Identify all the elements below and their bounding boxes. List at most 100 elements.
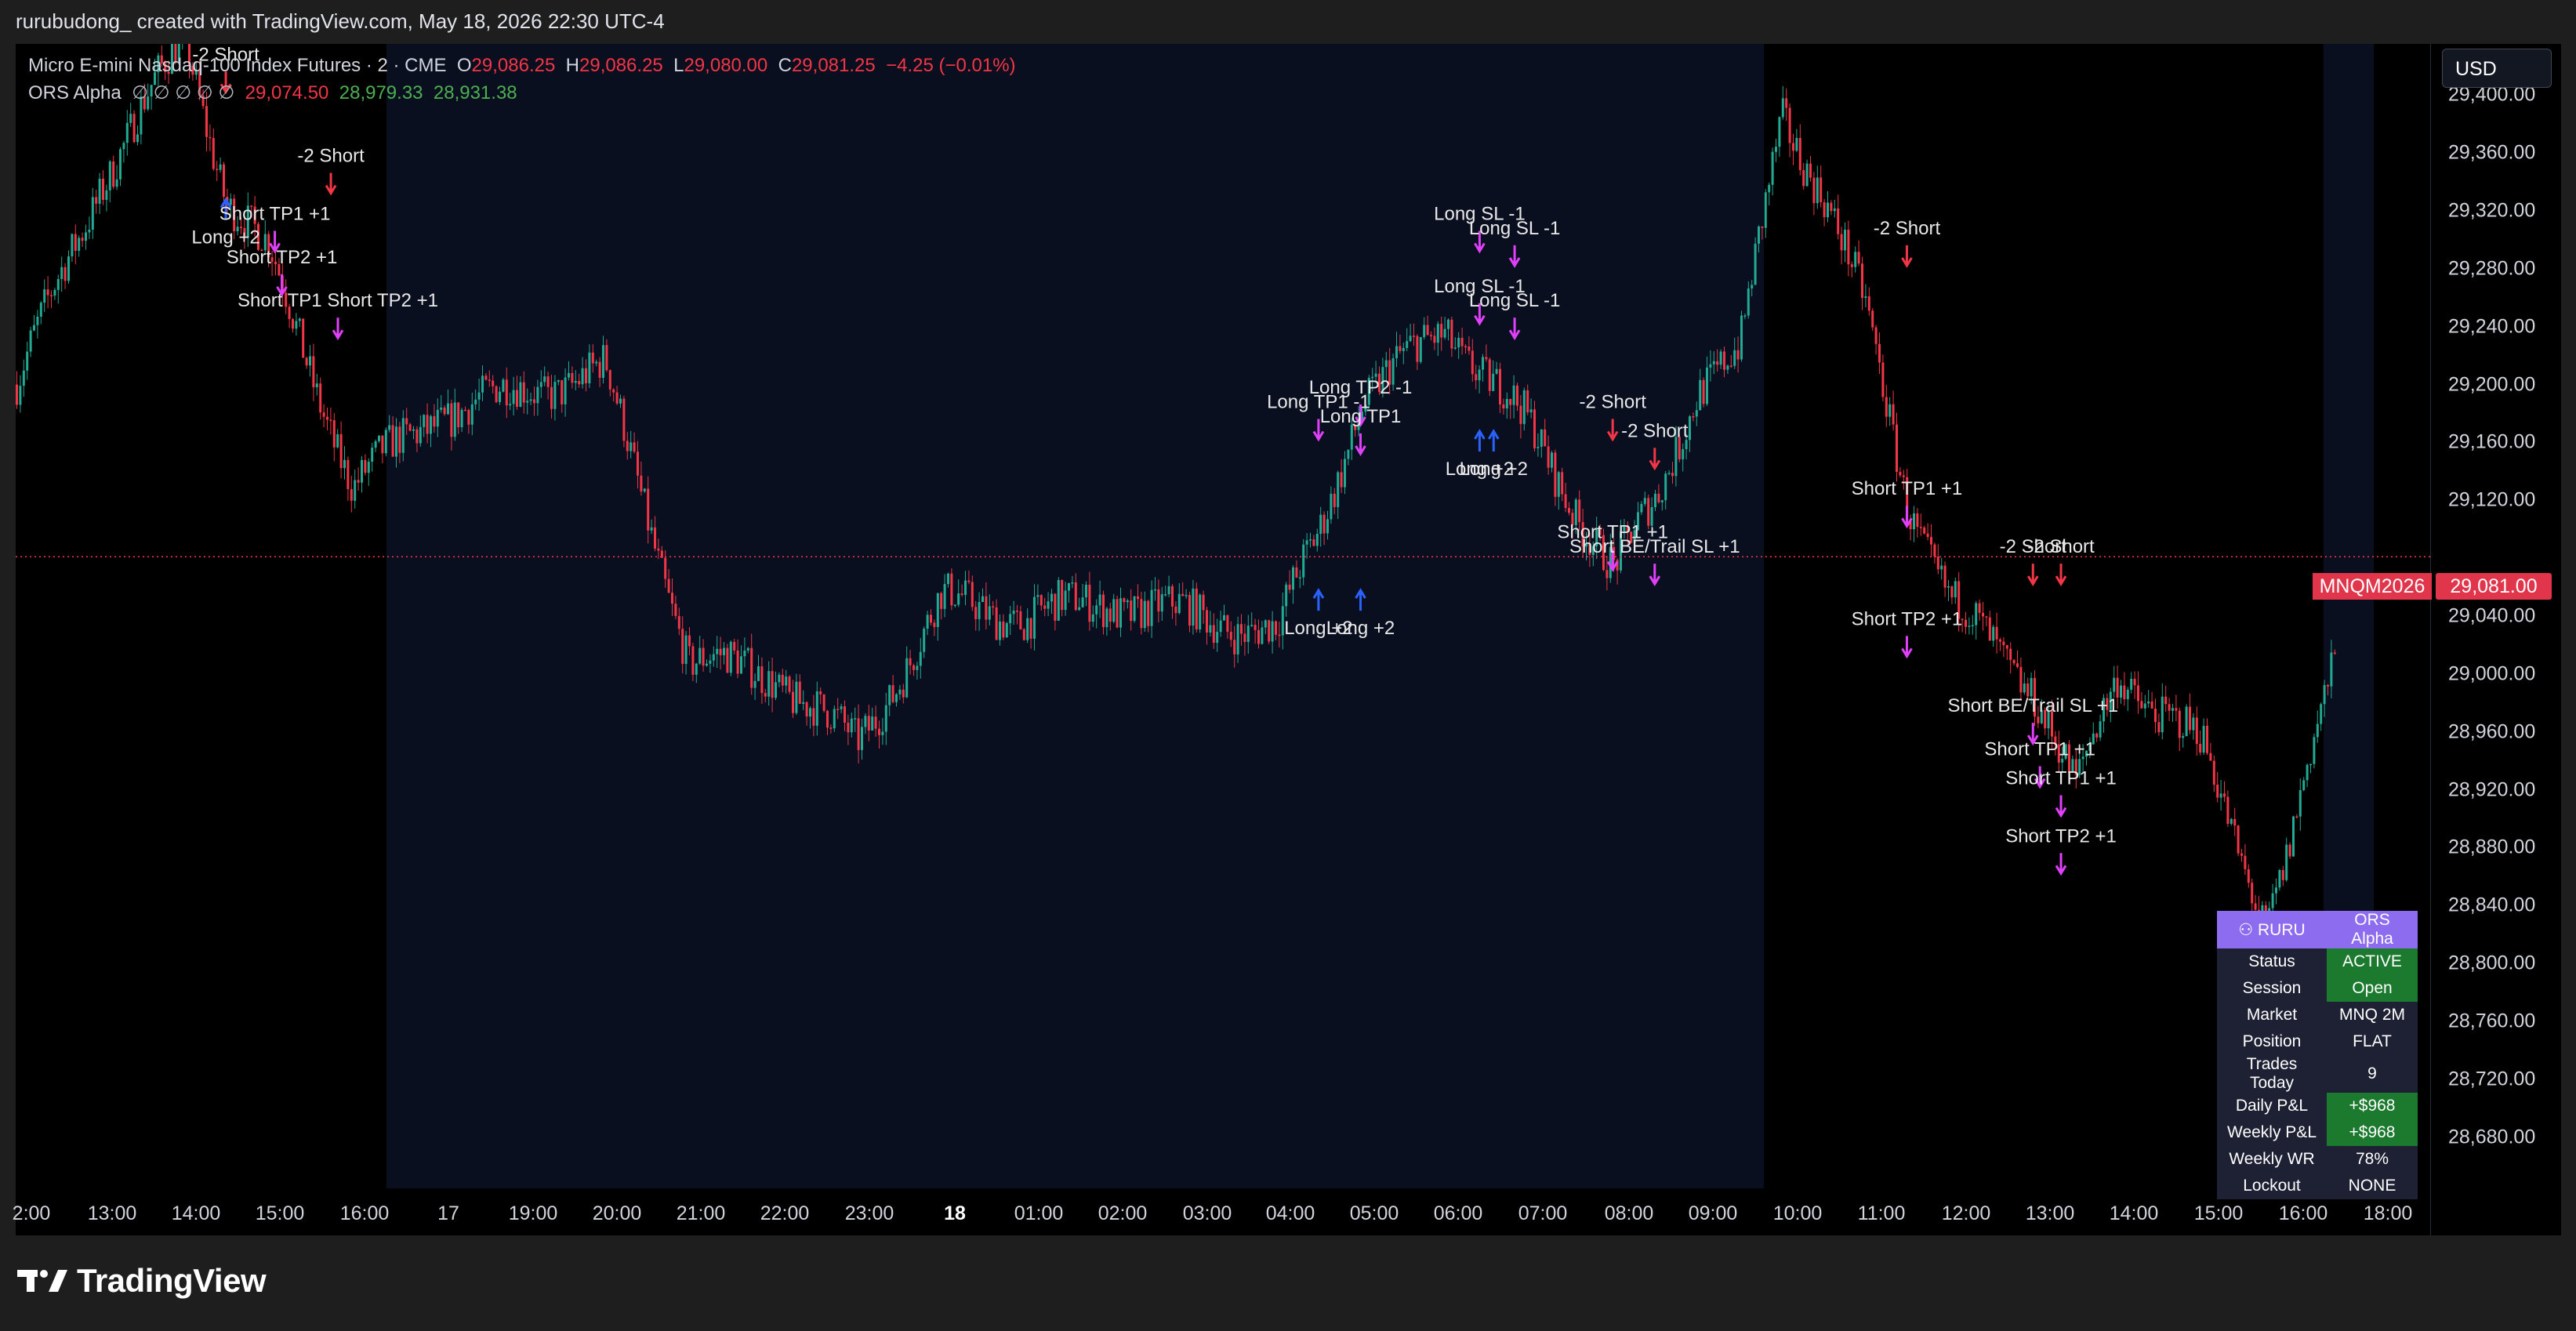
- top-bar: rurubudong_ created with TradingView.com…: [0, 0, 2576, 44]
- short-arrow-icon: [2026, 564, 2039, 586]
- time-axis[interactable]: 2:00 13:00 14:00 15:00 16:00 17 19:00 20:00 21:0…: [13, 1188, 2430, 1235]
- tradingview-logo[interactable]: TradingView: [17, 1262, 267, 1300]
- candle-body: [391, 425, 394, 457]
- candle-body: [1706, 367, 1708, 404]
- price-chart[interactable]: -2 Short Long +2 -2 Short Short TP1 +1 Short…: [16, 44, 2430, 1188]
- candle-body: [947, 573, 949, 585]
- candle-body: [1820, 177, 1823, 203]
- candle-body: [136, 134, 139, 143]
- candle-body: [295, 321, 298, 329]
- candle-body: [643, 488, 646, 491]
- candle-body: [492, 380, 495, 386]
- symbol-legend[interactable]: Micro E-mini Nasdaq-100 Index Futures · …: [28, 55, 1016, 77]
- candle-body: [319, 383, 322, 413]
- status-value: NONE: [2327, 1173, 2418, 1199]
- candle-body: [2216, 784, 2219, 798]
- candle-body: [778, 674, 781, 683]
- candle-body: [1926, 533, 1929, 538]
- session-background: [386, 44, 1764, 1188]
- candle-body: [1350, 424, 1353, 450]
- candle-body: [712, 654, 715, 661]
- candle-body: [367, 461, 370, 473]
- candle-body: [840, 706, 843, 709]
- candle-body: [1643, 498, 1646, 504]
- short-arrow-icon: [2055, 795, 2067, 818]
- price-scale[interactable]: 29,400.00 29,360.00 29,320.00 29,280.00 29,2…: [2430, 44, 2561, 1235]
- candle-body: [495, 386, 498, 402]
- indicator-name[interactable]: ORS Alpha: [28, 82, 122, 103]
- candle-body: [1340, 472, 1343, 488]
- candle-body: [1192, 588, 1195, 626]
- price-scale-label: 29,360.00: [2448, 141, 2536, 164]
- candle-body: [371, 448, 374, 462]
- signal-label: Short TP1 +1: [220, 203, 331, 224]
- candle-body: [1098, 594, 1101, 606]
- candle-body: [550, 386, 553, 409]
- candle-body: [1916, 513, 1919, 528]
- candle-body: [1074, 582, 1077, 611]
- candle-body: [505, 379, 508, 406]
- candle-body: [2202, 725, 2205, 753]
- candle-body: [2230, 818, 2233, 824]
- status-row: Market MNQ 2M: [2217, 1002, 2418, 1028]
- candle-body: [684, 635, 688, 664]
- chart-frame[interactable]: -2 Short Long +2 -2 Short Short TP1 +1 Short…: [16, 44, 2560, 1235]
- candle-body: [764, 693, 767, 697]
- short-arrow-icon: [1901, 245, 1913, 268]
- candle-body: [1940, 565, 1943, 570]
- candle-body: [985, 596, 988, 620]
- candle-body: [408, 424, 412, 431]
- currency-selector[interactable]: USD: [2442, 49, 2552, 88]
- candle-body: [1871, 310, 1874, 328]
- candle-body: [219, 164, 222, 170]
- candle-body: [950, 573, 953, 606]
- candle-body: [329, 419, 332, 421]
- candle-body: [1736, 350, 1740, 360]
- candle-body: [1726, 365, 1729, 370]
- time-axis-label: 16:00: [2278, 1202, 2328, 1224]
- candle-body: [1312, 539, 1315, 546]
- candle-body: [1547, 446, 1550, 468]
- creator-caption: rurubudong_ created with TradingView.com…: [16, 9, 665, 33]
- candle-body: [1130, 600, 1133, 622]
- candle-body: [60, 267, 63, 279]
- candle-body: [2175, 708, 2178, 711]
- time-axis-label: 21:00: [676, 1202, 726, 1224]
- candle-body: [2233, 818, 2237, 826]
- candle-body: [1561, 472, 1564, 495]
- candle-body: [1464, 346, 1467, 348]
- candle-body: [484, 375, 488, 380]
- indicator-legend[interactable]: ORS Alpha ∅ ∅ ∅ ∅ ∅ 29,074.50 28,979.33 …: [28, 82, 517, 104]
- candle-body: [1930, 537, 1932, 545]
- candle-body: [1333, 493, 1336, 507]
- candle-body: [1892, 404, 1895, 425]
- low-label: L: [673, 55, 684, 76]
- indicator-value-1: 29,074.50: [245, 82, 329, 103]
- signal-label: Long SL -1: [1469, 218, 1561, 239]
- candle-body: [805, 702, 808, 717]
- candle-body: [509, 404, 512, 406]
- candle-body: [2002, 641, 2005, 646]
- candle-body: [1443, 328, 1446, 338]
- candle-body: [88, 230, 91, 233]
- candle-body: [1309, 539, 1312, 541]
- candle-body: [629, 442, 633, 452]
- signal-label: Short TP2 +1: [1852, 608, 1963, 629]
- candle-body: [826, 710, 829, 728]
- candle-body: [1119, 598, 1122, 628]
- candle-body: [1243, 633, 1246, 642]
- candle-body: [1716, 361, 1719, 365]
- candle-body: [292, 319, 294, 329]
- candle-body: [1164, 594, 1167, 596]
- time-axis-label: 16:00: [339, 1202, 390, 1224]
- symbol-title[interactable]: Micro E-mini Nasdaq-100 Index Futures · …: [28, 55, 447, 76]
- candle-body: [819, 691, 822, 695]
- candle-body: [1085, 584, 1087, 598]
- candle-body: [1475, 374, 1478, 381]
- candle-body: [2251, 883, 2254, 904]
- candle-body: [1771, 151, 1774, 185]
- candle-body: [1140, 599, 1143, 629]
- candle-body: [122, 143, 125, 150]
- candle-body: [2182, 736, 2185, 738]
- candle-body: [2192, 717, 2195, 731]
